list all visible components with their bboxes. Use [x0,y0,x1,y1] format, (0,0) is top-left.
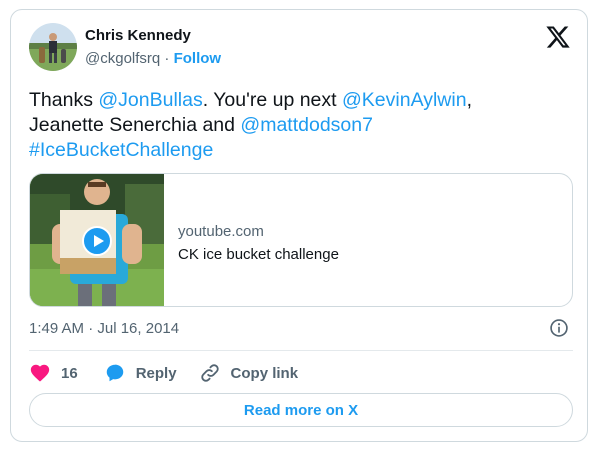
reply-bubble-icon [106,364,123,382]
tweet-text-part: Thanks [29,89,99,111]
link-icon [200,364,219,382]
avatar[interactable] [29,23,77,71]
copy-link-label: Copy link [230,364,299,382]
mention-kevinaylwin[interactable]: @KevinAylwin [342,89,467,111]
heart-icon [30,364,50,382]
follow-button[interactable]: Follow [174,50,222,67]
tweet-embed-card: Chris Kennedy @ckgolfsrq · Follow Thanks… [10,9,588,442]
divider [29,350,573,351]
reply-label: Reply [135,364,177,382]
mention-jonbullas[interactable]: @JonBullas [98,89,202,111]
copy-link-button[interactable]: Copy link [199,362,299,384]
tweet-text-part: . You're up next [202,89,342,111]
like-button[interactable]: 16 [29,362,78,384]
separator-dot: · [164,50,170,67]
info-icon[interactable] [549,318,569,338]
avatar-photo [29,23,77,71]
tweet-text: Thanks @JonBullas. You're up next @Kevin… [29,88,574,163]
hashtag-icebucketchallenge[interactable]: #IceBucketChallenge [29,139,213,161]
likes-count: 16 [61,364,78,382]
timestamp[interactable]: 1:49 AM · Jul 16, 2014 [29,320,179,337]
author-handle-row: @ckgolfsrq · Follow [85,50,221,67]
link-title: CK ice bucket challenge [178,246,339,263]
author-name[interactable]: Chris Kennedy [85,27,191,44]
action-bar: 16 Reply Copy link [29,361,298,385]
mention-mattdodson7[interactable]: @mattdodson7 [240,114,373,136]
author-handle[interactable]: @ckgolfsrq [85,50,160,67]
reply-button[interactable]: Reply [104,362,177,384]
link-preview-card[interactable]: youtube.com CK ice bucket challenge [29,173,573,307]
tweet-text-part: Jeanette Senerchia and [29,114,241,136]
read-more-button[interactable]: Read more on X [29,393,573,427]
video-thumbnail[interactable] [30,174,164,306]
x-logo-icon[interactable] [545,24,571,50]
tweet-text-part: , [466,89,472,111]
link-domain: youtube.com [178,223,264,240]
play-icon[interactable] [82,226,112,256]
